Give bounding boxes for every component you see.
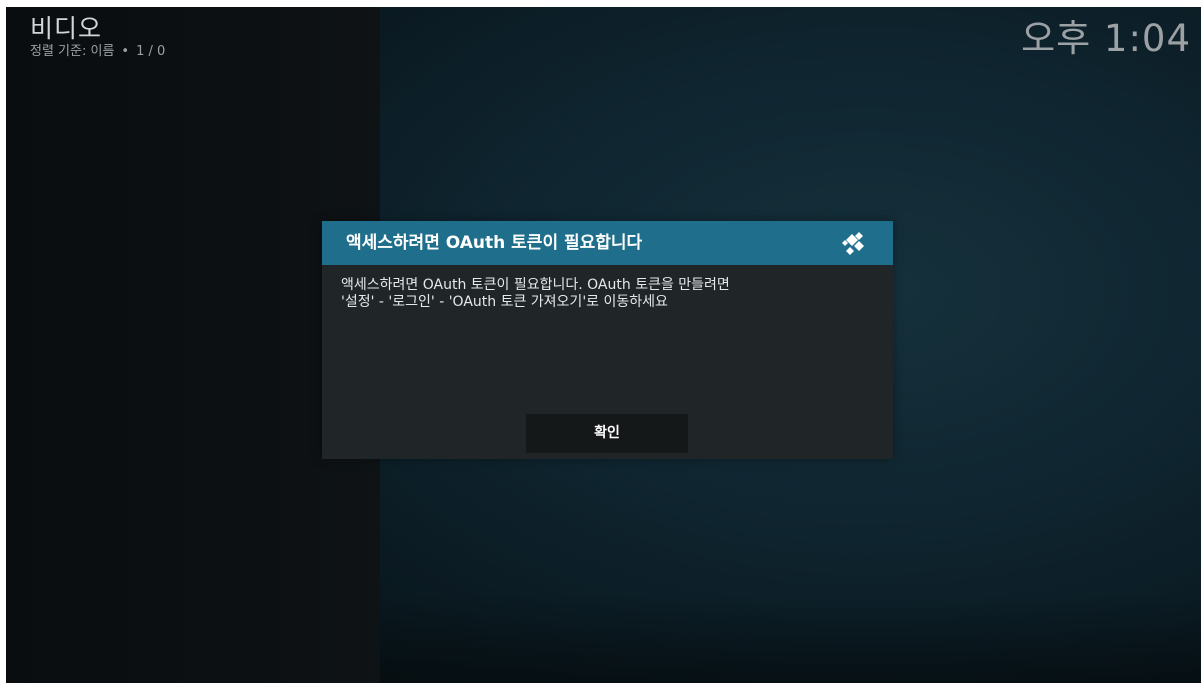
message-line-1: 액세스하려면 OAuth 토큰이 필요합니다. OAuth 토큰을 만들려면 — [341, 277, 730, 293]
oauth-dialog: 액세스하려면 OAuth 토큰이 필요합니다 액세스하려면 OAuth 토큰이 … — [322, 221, 893, 459]
dialog-message: 액세스하려면 OAuth 토큰이 필요합니다. OAuth 토큰을 만들려면 '… — [341, 277, 871, 311]
sort-info: 정렬 기준: 이름 • 1 / 0 — [30, 44, 165, 60]
message-line-2: '설정' - '로그인' - 'OAuth 토큰 가져오기'로 이동하세요 — [341, 294, 668, 310]
sort-label: 정렬 기준: 이름 — [30, 44, 115, 59]
dialog-header: 액세스하려면 OAuth 토큰이 필요합니다 — [322, 221, 893, 265]
separator-dot: • — [121, 44, 130, 59]
clock: 오후 1:04 — [1021, 17, 1191, 60]
ok-button[interactable]: 확인 — [526, 414, 688, 453]
background-fade — [380, 593, 1201, 683]
dialog-title: 액세스하려면 OAuth 토큰이 필요합니다 — [346, 233, 643, 253]
item-count: 1 / 0 — [136, 44, 166, 59]
media-window: 비디오 정렬 기준: 이름 • 1 / 0 오후 1:04 액세스하려면 OAuth… — [6, 7, 1201, 683]
kodi-logo-icon — [842, 232, 864, 255]
window-title: 비디오 — [30, 14, 103, 43]
